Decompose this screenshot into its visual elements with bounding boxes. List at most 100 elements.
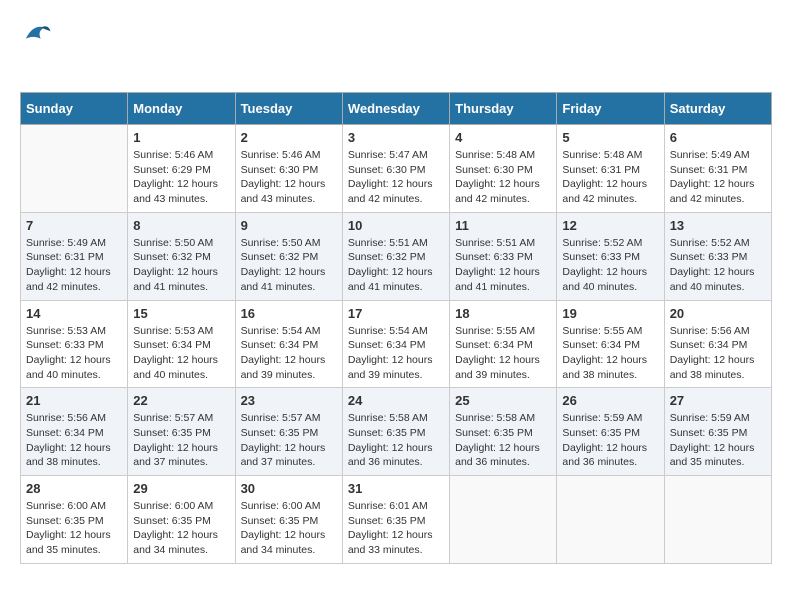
calendar-cell: 16 Sunrise: 5:54 AM Sunset: 6:34 PM Dayli… <box>235 300 342 388</box>
calendar-cell: 31 Sunrise: 6:01 AM Sunset: 6:35 PM Dayli… <box>342 476 449 564</box>
day-number: 31 <box>348 481 444 496</box>
day-number: 10 <box>348 218 444 233</box>
calendar-week-row: 7Sunrise: 5:49 AM Sunset: 6:31 PM Daylig… <box>21 212 772 300</box>
logo <box>20 20 52 82</box>
calendar-cell: 6 Sunrise: 5:49 AM Sunset: 6:31 PM Daylig… <box>664 125 771 213</box>
calendar-cell: 29 Sunrise: 6:00 AM Sunset: 6:35 PM Dayli… <box>128 476 235 564</box>
day-number: 12 <box>562 218 658 233</box>
day-info: Sunrise: 5:56 AM Sunset: 6:34 PM Dayligh… <box>26 411 122 470</box>
day-info: Sunrise: 5:50 AM Sunset: 6:32 PM Dayligh… <box>241 236 337 295</box>
day-number: 28 <box>26 481 122 496</box>
calendar-cell <box>450 476 557 564</box>
day-number: 29 <box>133 481 229 496</box>
day-info: Sunrise: 5:55 AM Sunset: 6:34 PM Dayligh… <box>562 324 658 383</box>
day-number: 11 <box>455 218 551 233</box>
day-info: Sunrise: 5:47 AM Sunset: 6:30 PM Dayligh… <box>348 148 444 207</box>
col-header-sunday: Sunday <box>21 93 128 125</box>
calendar-week-row: 21 Sunrise: 5:56 AM Sunset: 6:34 PM Dayli… <box>21 388 772 476</box>
day-number: 14 <box>26 306 122 321</box>
day-info: Sunrise: 5:50 AM Sunset: 6:32 PM Dayligh… <box>133 236 229 295</box>
day-number: 4 <box>455 130 551 145</box>
day-info: Sunrise: 5:53 AM Sunset: 6:33 PM Dayligh… <box>26 324 122 383</box>
calendar-cell: 13Sunrise: 5:52 AM Sunset: 6:33 PM Dayli… <box>664 212 771 300</box>
day-info: Sunrise: 5:58 AM Sunset: 6:35 PM Dayligh… <box>455 411 551 470</box>
day-info: Sunrise: 6:01 AM Sunset: 6:35 PM Dayligh… <box>348 499 444 558</box>
calendar-cell: 22 Sunrise: 5:57 AM Sunset: 6:35 PM Dayli… <box>128 388 235 476</box>
calendar-cell: 20 Sunrise: 5:56 AM Sunset: 6:34 PM Dayli… <box>664 300 771 388</box>
day-info: Sunrise: 5:48 AM Sunset: 6:30 PM Dayligh… <box>455 148 551 207</box>
calendar-cell: 11 Sunrise: 5:51 AM Sunset: 6:33 PM Dayli… <box>450 212 557 300</box>
day-info: Sunrise: 5:53 AM Sunset: 6:34 PM Dayligh… <box>133 324 229 383</box>
day-info: Sunrise: 5:59 AM Sunset: 6:35 PM Dayligh… <box>670 411 766 470</box>
day-info: Sunrise: 5:51 AM Sunset: 6:32 PM Dayligh… <box>348 236 444 295</box>
day-number: 2 <box>241 130 337 145</box>
calendar-cell: 30 Sunrise: 6:00 AM Sunset: 6:35 PM Dayli… <box>235 476 342 564</box>
day-number: 25 <box>455 393 551 408</box>
calendar-cell: 4 Sunrise: 5:48 AM Sunset: 6:30 PM Daylig… <box>450 125 557 213</box>
col-header-tuesday: Tuesday <box>235 93 342 125</box>
day-number: 24 <box>348 393 444 408</box>
day-info: Sunrise: 6:00 AM Sunset: 6:35 PM Dayligh… <box>133 499 229 558</box>
day-number: 22 <box>133 393 229 408</box>
calendar-cell: 7Sunrise: 5:49 AM Sunset: 6:31 PM Daylig… <box>21 212 128 300</box>
calendar-cell: 17 Sunrise: 5:54 AM Sunset: 6:34 PM Dayli… <box>342 300 449 388</box>
col-header-monday: Monday <box>128 93 235 125</box>
calendar-week-row: 14 Sunrise: 5:53 AM Sunset: 6:33 PM Dayli… <box>21 300 772 388</box>
day-info: Sunrise: 5:48 AM Sunset: 6:31 PM Dayligh… <box>562 148 658 207</box>
calendar-week-row: 1Sunrise: 5:46 AM Sunset: 6:29 PM Daylig… <box>21 125 772 213</box>
day-info: Sunrise: 6:00 AM Sunset: 6:35 PM Dayligh… <box>26 499 122 558</box>
day-info: Sunrise: 5:49 AM Sunset: 6:31 PM Dayligh… <box>26 236 122 295</box>
day-number: 3 <box>348 130 444 145</box>
calendar-header-row: SundayMondayTuesdayWednesdayThursdayFrid… <box>21 93 772 125</box>
calendar-cell: 26Sunrise: 5:59 AM Sunset: 6:35 PM Dayli… <box>557 388 664 476</box>
day-info: Sunrise: 5:46 AM Sunset: 6:30 PM Dayligh… <box>241 148 337 207</box>
logo-bird-icon <box>22 20 52 50</box>
calendar-cell: 14 Sunrise: 5:53 AM Sunset: 6:33 PM Dayli… <box>21 300 128 388</box>
calendar-cell: 24Sunrise: 5:58 AM Sunset: 6:35 PM Dayli… <box>342 388 449 476</box>
calendar-cell: 15 Sunrise: 5:53 AM Sunset: 6:34 PM Dayli… <box>128 300 235 388</box>
calendar-cell: 28 Sunrise: 6:00 AM Sunset: 6:35 PM Dayli… <box>21 476 128 564</box>
day-number: 5 <box>562 130 658 145</box>
day-number: 21 <box>26 393 122 408</box>
day-number: 30 <box>241 481 337 496</box>
calendar-cell: 27Sunrise: 5:59 AM Sunset: 6:35 PM Dayli… <box>664 388 771 476</box>
calendar-cell: 12 Sunrise: 5:52 AM Sunset: 6:33 PM Dayli… <box>557 212 664 300</box>
day-number: 19 <box>562 306 658 321</box>
calendar-cell <box>557 476 664 564</box>
col-header-wednesday: Wednesday <box>342 93 449 125</box>
day-info: Sunrise: 5:49 AM Sunset: 6:31 PM Dayligh… <box>670 148 766 207</box>
page-header <box>20 20 772 82</box>
day-number: 17 <box>348 306 444 321</box>
calendar-week-row: 28 Sunrise: 6:00 AM Sunset: 6:35 PM Dayli… <box>21 476 772 564</box>
day-info: Sunrise: 5:51 AM Sunset: 6:33 PM Dayligh… <box>455 236 551 295</box>
calendar-cell: 21 Sunrise: 5:56 AM Sunset: 6:34 PM Dayli… <box>21 388 128 476</box>
day-number: 26 <box>562 393 658 408</box>
day-number: 8 <box>133 218 229 233</box>
day-info: Sunrise: 5:54 AM Sunset: 6:34 PM Dayligh… <box>348 324 444 383</box>
col-header-thursday: Thursday <box>450 93 557 125</box>
day-info: Sunrise: 5:55 AM Sunset: 6:34 PM Dayligh… <box>455 324 551 383</box>
calendar-cell: 3 Sunrise: 5:47 AM Sunset: 6:30 PM Daylig… <box>342 125 449 213</box>
calendar-cell: 8 Sunrise: 5:50 AM Sunset: 6:32 PM Daylig… <box>128 212 235 300</box>
day-number: 18 <box>455 306 551 321</box>
day-info: Sunrise: 5:57 AM Sunset: 6:35 PM Dayligh… <box>133 411 229 470</box>
day-number: 1 <box>133 130 229 145</box>
day-number: 16 <box>241 306 337 321</box>
calendar-cell: 10 Sunrise: 5:51 AM Sunset: 6:32 PM Dayli… <box>342 212 449 300</box>
calendar-cell <box>664 476 771 564</box>
calendar-cell: 5 Sunrise: 5:48 AM Sunset: 6:31 PM Daylig… <box>557 125 664 213</box>
calendar-cell: 18 Sunrise: 5:55 AM Sunset: 6:34 PM Dayli… <box>450 300 557 388</box>
day-info: Sunrise: 5:57 AM Sunset: 6:35 PM Dayligh… <box>241 411 337 470</box>
day-number: 15 <box>133 306 229 321</box>
calendar-cell: 2 Sunrise: 5:46 AM Sunset: 6:30 PM Daylig… <box>235 125 342 213</box>
calendar-cell <box>21 125 128 213</box>
calendar-cell: 23 Sunrise: 5:57 AM Sunset: 6:35 PM Dayli… <box>235 388 342 476</box>
day-number: 6 <box>670 130 766 145</box>
day-number: 20 <box>670 306 766 321</box>
day-info: Sunrise: 6:00 AM Sunset: 6:35 PM Dayligh… <box>241 499 337 558</box>
day-info: Sunrise: 5:56 AM Sunset: 6:34 PM Dayligh… <box>670 324 766 383</box>
day-info: Sunrise: 5:54 AM Sunset: 6:34 PM Dayligh… <box>241 324 337 383</box>
day-number: 23 <box>241 393 337 408</box>
day-info: Sunrise: 5:52 AM Sunset: 6:33 PM Dayligh… <box>670 236 766 295</box>
day-info: Sunrise: 5:52 AM Sunset: 6:33 PM Dayligh… <box>562 236 658 295</box>
